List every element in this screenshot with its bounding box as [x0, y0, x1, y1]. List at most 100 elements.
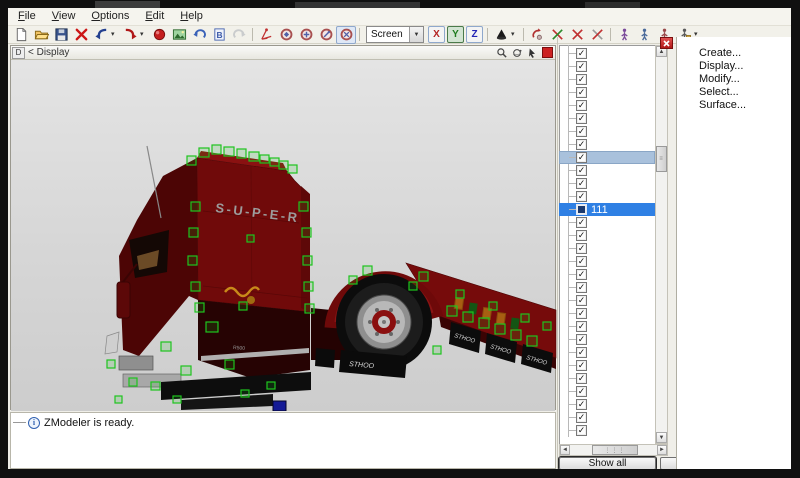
- hierarchy-row[interactable]: ✓: [559, 164, 655, 177]
- visibility-checkbox[interactable]: ✓: [576, 152, 587, 163]
- visibility-checkbox[interactable]: ✓: [576, 321, 587, 332]
- context-menu-modify[interactable]: Modify...: [699, 73, 791, 86]
- axis-y-button[interactable]: Y: [447, 26, 464, 43]
- close-panel-button[interactable]: [660, 37, 673, 49]
- hierarchy-row[interactable]: ✓: [559, 229, 655, 242]
- export-arrow-icon[interactable]: [120, 26, 140, 44]
- hierarchy-row[interactable]: ✓: [559, 385, 655, 398]
- scroll-right-icon[interactable]: ►: [657, 445, 667, 455]
- visibility-checkbox[interactable]: ✓: [576, 425, 587, 436]
- hierarchy-row[interactable]: ✓: [559, 281, 655, 294]
- screen-view-dropdown[interactable]: Screen▼: [366, 26, 424, 43]
- scroll-left-icon[interactable]: ◄: [560, 445, 570, 455]
- vertical-scrollbar[interactable]: ▲ ≡ ▼: [655, 45, 668, 444]
- hierarchy-row[interactable]: ✓: [559, 424, 655, 437]
- hierarchy-row[interactable]: ✓: [559, 73, 655, 86]
- hierarchy-row[interactable]: ✓: [559, 190, 655, 203]
- figure-1-icon[interactable]: [614, 26, 634, 44]
- menu-view[interactable]: View: [44, 9, 84, 24]
- visibility-checkbox[interactable]: ✓: [576, 217, 587, 228]
- menu-edit[interactable]: Edit: [137, 9, 172, 24]
- view-orbit-1-icon[interactable]: [276, 26, 296, 44]
- hierarchy-row[interactable]: ✓: [559, 320, 655, 333]
- import-arrow-icon[interactable]: [91, 26, 111, 44]
- menu-help[interactable]: Help: [172, 9, 211, 24]
- hierarchy-row[interactable]: ✓: [559, 346, 655, 359]
- view-orbit-4-icon[interactable]: [336, 26, 356, 44]
- horizontal-scrollbar[interactable]: ◄ ⋮⋮⋮ ►: [559, 444, 668, 456]
- visibility-checkbox[interactable]: ✓: [576, 360, 587, 371]
- visibility-checkbox[interactable]: [576, 204, 587, 215]
- chevron-down-icon[interactable]: ▼: [409, 27, 423, 42]
- hierarchy-row[interactable]: ✓: [559, 47, 655, 60]
- hierarchy-row[interactable]: ✓: [559, 86, 655, 99]
- new-file-icon[interactable]: [11, 26, 31, 44]
- undo-arrow-icon[interactable]: [189, 26, 209, 44]
- context-menu-surface[interactable]: Surface...: [699, 99, 791, 112]
- hierarchy-row[interactable]: ✓: [559, 125, 655, 138]
- visibility-checkbox[interactable]: ✓: [576, 295, 587, 306]
- visibility-checkbox[interactable]: ✓: [576, 100, 587, 111]
- visibility-checkbox[interactable]: ✓: [576, 87, 587, 98]
- hierarchy-row[interactable]: ✓: [559, 294, 655, 307]
- context-menu-create[interactable]: Create...: [699, 47, 791, 60]
- show-all-button[interactable]: Show all: [559, 457, 656, 470]
- hierarchy-row[interactable]: ✓: [559, 307, 655, 320]
- open-folder-icon[interactable]: [31, 26, 51, 44]
- axes-cross-3-icon[interactable]: [587, 26, 607, 44]
- hierarchy-row[interactable]: ✓: [559, 112, 655, 125]
- rotate-swirl-icon[interactable]: [527, 26, 547, 44]
- hierarchy-row[interactable]: ✓: [559, 372, 655, 385]
- context-menu-display[interactable]: Display...: [699, 60, 791, 73]
- visibility-checkbox[interactable]: ✓: [576, 178, 587, 189]
- horizontal-scroll-thumb[interactable]: ⋮⋮⋮: [592, 445, 638, 455]
- visibility-checkbox[interactable]: ✓: [576, 48, 587, 59]
- hierarchy-row[interactable]: ✓: [559, 138, 655, 151]
- pivot-marker[interactable]: [273, 401, 286, 411]
- dropdown-caret-icon[interactable]: ▾: [140, 27, 149, 43]
- visibility-checkbox[interactable]: ✓: [576, 334, 587, 345]
- visibility-checkbox[interactable]: ✓: [576, 191, 587, 202]
- visibility-checkbox[interactable]: ✓: [576, 269, 587, 280]
- menu-file[interactable]: File: [10, 9, 44, 24]
- hierarchy-row[interactable]: ✓: [559, 151, 655, 164]
- hierarchy-row[interactable]: ✓: [559, 99, 655, 112]
- hierarchy-row[interactable]: ✓: [559, 242, 655, 255]
- menu-options[interactable]: Options: [83, 9, 137, 24]
- dropdown-caret-icon[interactable]: ▾: [111, 27, 120, 43]
- visibility-checkbox[interactable]: ✓: [576, 399, 587, 410]
- render-sphere-icon[interactable]: [149, 26, 169, 44]
- axis-x-button[interactable]: X: [428, 26, 445, 43]
- figure-2-icon[interactable]: [634, 26, 654, 44]
- active-viewport-indicator[interactable]: [542, 47, 553, 58]
- visibility-checkbox[interactable]: ✓: [576, 243, 587, 254]
- visibility-checkbox[interactable]: ✓: [576, 256, 587, 267]
- visibility-checkbox[interactable]: ✓: [576, 347, 587, 358]
- orbit-icon[interactable]: [510, 47, 523, 58]
- views-axis-icon[interactable]: [256, 26, 276, 44]
- visibility-checkbox[interactable]: ✓: [576, 165, 587, 176]
- hierarchy-row[interactable]: ✓: [559, 177, 655, 190]
- visibility-checkbox[interactable]: ✓: [576, 282, 587, 293]
- cone-3d-icon[interactable]: [491, 26, 511, 44]
- context-menu-select[interactable]: Select...: [699, 86, 791, 99]
- hierarchy-row[interactable]: ✓: [559, 255, 655, 268]
- view-orbit-2-icon[interactable]: [296, 26, 316, 44]
- pointer-icon[interactable]: [525, 47, 538, 58]
- dropdown-caret-icon[interactable]: ▾: [511, 27, 520, 43]
- viewport-canvas[interactable]: STHOO STHOO STHOO: [11, 60, 555, 411]
- visibility-checkbox[interactable]: ✓: [576, 230, 587, 241]
- visibility-checkbox[interactable]: ✓: [576, 139, 587, 150]
- visibility-checkbox[interactable]: ✓: [576, 386, 587, 397]
- notes-b-icon[interactable]: B: [209, 26, 229, 44]
- view-orbit-3-icon[interactable]: [316, 26, 336, 44]
- hierarchy-row[interactable]: 111: [559, 203, 655, 216]
- save-floppy-icon[interactable]: [51, 26, 71, 44]
- hierarchy-row[interactable]: ✓: [559, 359, 655, 372]
- axes-cross-2-icon[interactable]: [567, 26, 587, 44]
- hierarchy-row[interactable]: ✓: [559, 333, 655, 346]
- vertical-scroll-thumb[interactable]: ≡: [656, 146, 667, 172]
- hierarchy-row[interactable]: ✓: [559, 411, 655, 424]
- scroll-down-icon[interactable]: ▼: [656, 432, 667, 443]
- visibility-checkbox[interactable]: ✓: [576, 74, 587, 85]
